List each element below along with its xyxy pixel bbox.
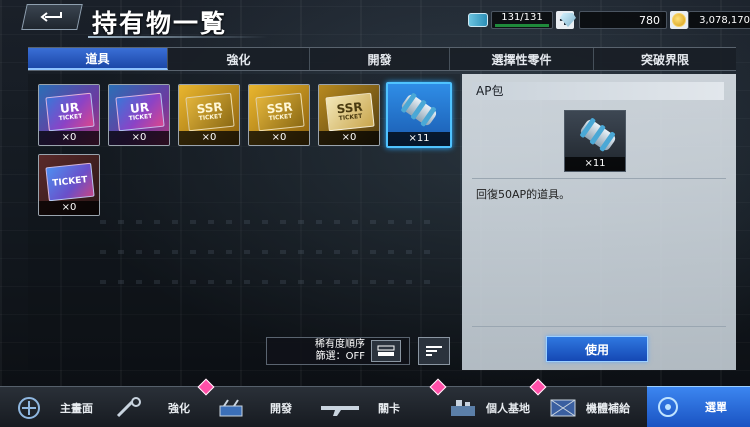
gem-counter: 780 <box>579 11 667 29</box>
item-count: ×0 <box>39 131 99 145</box>
ssr-ticket-icon: SSR TICKET <box>255 92 305 132</box>
tab-develop[interactable]: 開發 <box>310 48 450 70</box>
category-tabs: 道具 強化 開發 選擇性零件 突破界限 <box>28 47 736 71</box>
nav-stages[interactable]: 關卡 <box>318 387 400 427</box>
back-button[interactable] <box>21 4 83 30</box>
coin-icon <box>672 13 686 27</box>
item-count: ×11 <box>565 157 625 171</box>
ap-counter: 131/131 <box>491 11 553 29</box>
tab-limit-break[interactable]: 突破界限 <box>594 48 736 70</box>
bottom-nav: 主畫面 強化 開發 關卡 個人基地 機體補給 <box>0 378 750 427</box>
sort-label: 稀有度順序 篩選：OFF <box>315 339 365 362</box>
tab-items[interactable]: 道具 <box>28 48 168 70</box>
page-title: 持有物一覧 <box>92 9 228 38</box>
ssr-ticket-icon: SSR TICKET <box>185 92 235 132</box>
ap-pack-icon <box>573 111 623 158</box>
filter-icon <box>426 346 442 356</box>
item-slot[interactable]: TICKET ×0 <box>38 154 100 216</box>
ur-ticket-icon: UR TICKET <box>45 92 95 132</box>
ticket-icon: TICKET <box>45 162 95 202</box>
ssr-ticket-icon: SSR TICKET <box>325 92 375 132</box>
rifle-icon <box>318 393 366 423</box>
item-slot[interactable]: SSR TICKET ×0 <box>248 84 310 146</box>
item-count: ×0 <box>109 131 169 145</box>
tab-optional-parts[interactable]: 選擇性零件 <box>450 48 594 70</box>
ur-ticket-icon: UR TICKET <box>115 92 165 132</box>
item-count: ×0 <box>249 131 309 145</box>
base-icon <box>446 393 480 423</box>
wrench-icon <box>112 393 146 423</box>
item-count: ×11 <box>388 132 450 146</box>
tab-enhance[interactable]: 強化 <box>168 48 310 70</box>
title-underline <box>88 36 268 38</box>
home-icon <box>12 393 46 423</box>
divider <box>472 178 726 179</box>
coin-counter: 3,078,170 <box>688 11 750 29</box>
divider <box>472 326 726 327</box>
item-count: ×0 <box>39 201 99 215</box>
use-button[interactable]: 使用 <box>546 336 648 362</box>
item-grid: UR TICKET ×0 UR TICKET ×0 SSR TICKET ×0 SSR… <box>28 74 460 370</box>
item-detail-panel: AP包 ×11 回復50AP的道具。 使用 <box>462 74 736 370</box>
supply-icon <box>546 393 580 423</box>
nav-develop[interactable]: 開發 <box>214 387 292 427</box>
item-count: ×0 <box>319 131 379 145</box>
item-slot-selected[interactable]: ×11 <box>386 82 452 148</box>
ap-icon <box>468 13 488 27</box>
item-slot[interactable]: SSR TICKET ×0 <box>318 84 380 146</box>
coin-resource: 3,078,170 <box>672 10 750 30</box>
sort-icon <box>377 345 395 356</box>
gem-icon <box>560 13 576 27</box>
item-count: ×0 <box>179 131 239 145</box>
menu-icon <box>651 392 685 422</box>
sort-order-button[interactable] <box>371 340 401 362</box>
sort-control[interactable]: 稀有度順序 篩選：OFF <box>266 337 410 365</box>
item-name: AP包 <box>472 82 724 100</box>
item-description: 回復50AP的道具。 <box>476 188 571 201</box>
ap-value: 131/131 <box>501 12 543 23</box>
nav-personal-base[interactable]: 個人基地 <box>429 378 530 427</box>
item-slot[interactable]: UR TICKET ×0 <box>108 84 170 146</box>
item-detail-image: ×11 <box>564 110 626 172</box>
item-slot[interactable]: SSR TICKET ×0 <box>178 84 240 146</box>
gem-resource: 780 + <box>560 10 688 30</box>
nav-enhance[interactable]: 強化 <box>112 378 215 427</box>
back-arrow-icon <box>40 12 62 22</box>
development-icon <box>214 393 248 423</box>
ap-bar <box>495 24 549 27</box>
nav-menu-button[interactable]: 選單 <box>647 386 750 427</box>
nav-home[interactable]: 主畫面 <box>12 387 93 427</box>
filter-button[interactable] <box>418 337 450 365</box>
nav-supply[interactable]: 機體補給 <box>529 378 630 427</box>
item-slot[interactable]: UR TICKET ×0 <box>38 84 100 146</box>
ap-resource: 131/131 + <box>468 10 574 30</box>
